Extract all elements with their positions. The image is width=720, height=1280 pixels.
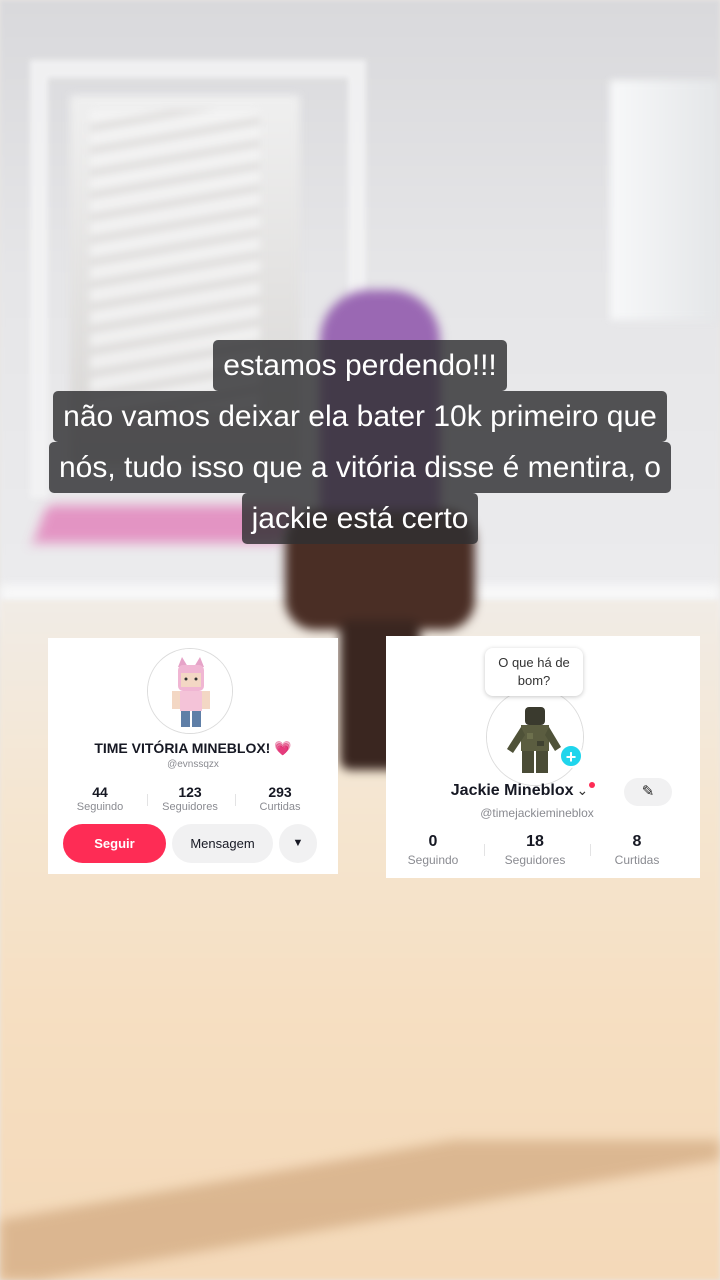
stat-label: Curtidas [614, 853, 660, 867]
status-bubble[interactable]: O que há de bom? [485, 648, 583, 696]
stat-value: 44 [92, 784, 108, 800]
background-wood-plank [0, 1140, 720, 1280]
stat-followers[interactable]: 123 Seguidores [145, 784, 235, 813]
avatar[interactable] [486, 688, 584, 786]
stat-label: Curtidas [259, 801, 301, 813]
stat-label: Seguindo [76, 801, 124, 813]
caption-line: nós, tudo isso que a vitória disse é men… [49, 442, 671, 493]
stat-likes[interactable]: 8 Curtidas [592, 833, 682, 867]
divider [484, 844, 485, 856]
stat-value: 0 [428, 833, 438, 850]
plus-icon[interactable]: + [559, 744, 583, 768]
profile-name: TIME VITÓRIA MINEBLOX! 💗 [94, 740, 292, 756]
profile-handle: @evnssqzx [167, 759, 219, 770]
caption-line: estamos perdendo!!! [213, 340, 507, 391]
profile-card-vitoria: TIME VITÓRIA MINEBLOX! 💗 @evnssqzx 44 Se… [48, 638, 338, 874]
video-caption: estamos perdendo!!! não vamos deixar ela… [0, 340, 720, 544]
background-window [610, 80, 720, 320]
notification-dot [589, 782, 596, 788]
profile-card-jackie: O que há de bom? + Jackie Mineblox ⌄ ✎ @t… [386, 636, 700, 878]
avatar-figure-icon [148, 649, 232, 733]
message-button[interactable]: Mensagem [172, 824, 273, 863]
edit-profile-button[interactable]: ✎ [624, 778, 672, 806]
profile-handle: @timejackiemineblox [480, 806, 594, 820]
caption-line: não vamos deixar ela bater 10k primeiro … [53, 391, 667, 442]
follow-button[interactable]: Seguir [63, 824, 166, 863]
stat-value: 123 [178, 784, 202, 800]
profile-name: Jackie Mineblox [450, 782, 574, 799]
divider [590, 844, 591, 856]
avatar[interactable] [147, 648, 233, 734]
stat-label: Seguindo [407, 853, 459, 867]
caption-line: jackie está certo [241, 493, 479, 544]
stat-likes[interactable]: 293 Curtidas [235, 784, 325, 813]
stat-followers[interactable]: 18 Seguidores [490, 833, 580, 867]
stat-value: 18 [526, 833, 544, 850]
stat-following[interactable]: 44 Seguindo [55, 784, 145, 813]
stat-label: Seguidores [162, 801, 218, 813]
stat-value: 293 [268, 784, 292, 800]
chevron-down-icon: ▼ [292, 837, 304, 849]
stat-following[interactable]: 0 Seguindo [388, 833, 478, 867]
stat-value: 8 [632, 833, 642, 850]
avatar-figure-icon [487, 689, 583, 785]
pencil-icon: ✎ [641, 783, 655, 800]
stat-label: Seguidores [504, 853, 566, 867]
chevron-down-icon[interactable]: ⌄ [576, 782, 588, 798]
more-options-button[interactable]: ▼ [279, 824, 317, 863]
